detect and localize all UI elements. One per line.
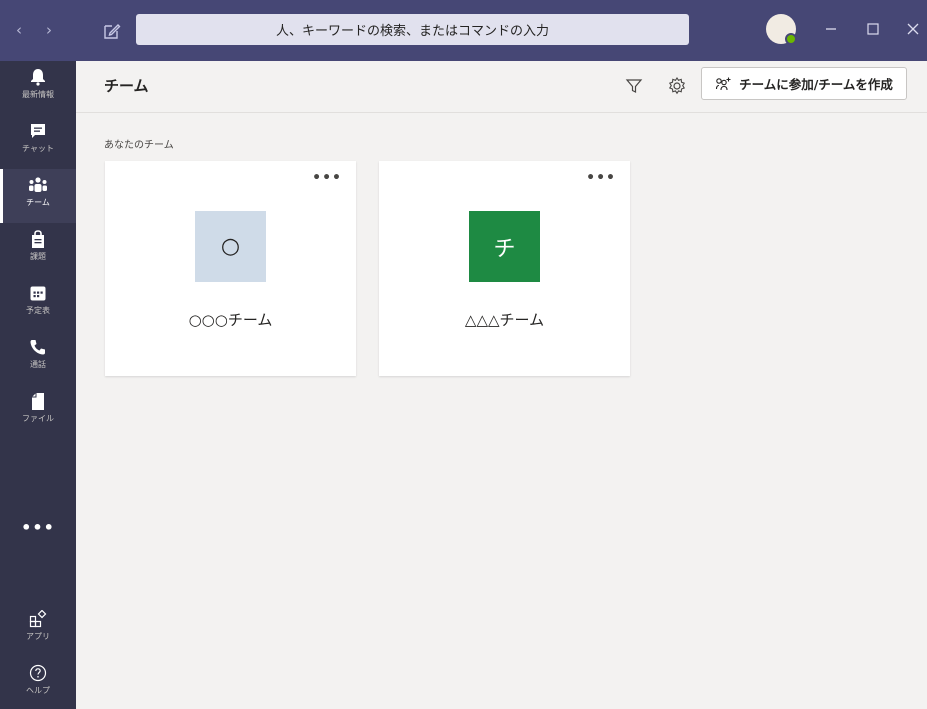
gear-icon[interactable] — [667, 76, 687, 96]
rail-item-label: ファイル — [22, 414, 54, 423]
join-or-create-team-button[interactable]: チームに参加/チームを作成 — [701, 67, 907, 100]
app-rail: 最新情報 チャット チーム 課題 予定表 通話 ファイル ••• アプリ ヘルプ — [0, 61, 76, 709]
page-title: チーム — [104, 77, 149, 95]
rail-item-label: 予定表 — [26, 306, 50, 315]
maximize-icon[interactable] — [862, 18, 884, 40]
rail-item-label: アプリ — [26, 632, 50, 641]
help-icon — [28, 663, 48, 683]
phone-icon — [28, 337, 48, 357]
rail-item-apps[interactable]: アプリ — [0, 603, 76, 657]
teams-icon — [28, 175, 48, 195]
bell-icon — [28, 67, 48, 87]
team-avatar: ○ — [195, 211, 266, 282]
rail-item-label: 通話 — [30, 360, 46, 369]
forward-icon[interactable]: › — [46, 22, 52, 38]
chat-icon — [28, 121, 48, 141]
more-options-icon[interactable]: ••• — [586, 171, 616, 185]
team-card[interactable]: ••• ○ ○○○チーム — [105, 161, 356, 376]
add-team-icon — [716, 77, 731, 90]
rail-item-label: 課題 — [30, 252, 46, 261]
back-icon[interactable]: ‹ — [16, 22, 22, 38]
presence-badge — [785, 33, 797, 45]
close-icon[interactable] — [902, 18, 924, 40]
filter-icon[interactable] — [625, 77, 643, 95]
rail-item-assignments[interactable]: 課題 — [0, 223, 76, 277]
page-header: チーム チームに参加/チームを作成 — [76, 61, 927, 113]
team-card[interactable]: ••• チ △△△チーム — [379, 161, 630, 376]
rail-item-label: チーム — [26, 198, 50, 207]
team-avatar-text: チ — [493, 236, 516, 262]
assignments-icon — [28, 229, 48, 249]
team-name: ○○○チーム — [188, 311, 273, 329]
more-options-icon[interactable]: ••• — [312, 171, 342, 185]
rail-item-activity[interactable]: 最新情報 — [0, 61, 76, 115]
rail-item-calendar[interactable]: 予定表 — [0, 277, 76, 331]
title-bar: ‹ › 人、キーワードの検索、またはコマンドの入力 — [0, 0, 927, 61]
file-icon — [28, 391, 48, 411]
team-name: △△△チーム — [464, 311, 545, 329]
search-placeholder: 人、キーワードの検索、またはコマンドの入力 — [275, 24, 549, 39]
search-input[interactable]: 人、キーワードの検索、またはコマンドの入力 — [136, 14, 689, 45]
rail-item-files[interactable]: ファイル — [0, 385, 76, 439]
section-heading: あなたのチーム — [104, 140, 174, 151]
compose-icon[interactable] — [103, 22, 121, 40]
rail-item-teams[interactable]: チーム — [0, 169, 76, 223]
join-button-label: チームに参加/チームを作成 — [739, 77, 893, 92]
apps-icon — [28, 609, 48, 629]
more-apps-icon[interactable]: ••• — [0, 518, 76, 537]
rail-item-label: チャット — [22, 144, 54, 153]
rail-item-help[interactable]: ヘルプ — [0, 657, 76, 709]
minimize-icon[interactable] — [820, 18, 842, 40]
rail-item-label: 最新情報 — [22, 90, 54, 99]
rail-item-chat[interactable]: チャット — [0, 115, 76, 169]
rail-item-label: ヘルプ — [26, 686, 50, 695]
calendar-icon — [28, 283, 48, 303]
team-avatar-text: ○ — [220, 234, 241, 259]
team-avatar: チ — [469, 211, 540, 282]
rail-item-calls[interactable]: 通話 — [0, 331, 76, 385]
